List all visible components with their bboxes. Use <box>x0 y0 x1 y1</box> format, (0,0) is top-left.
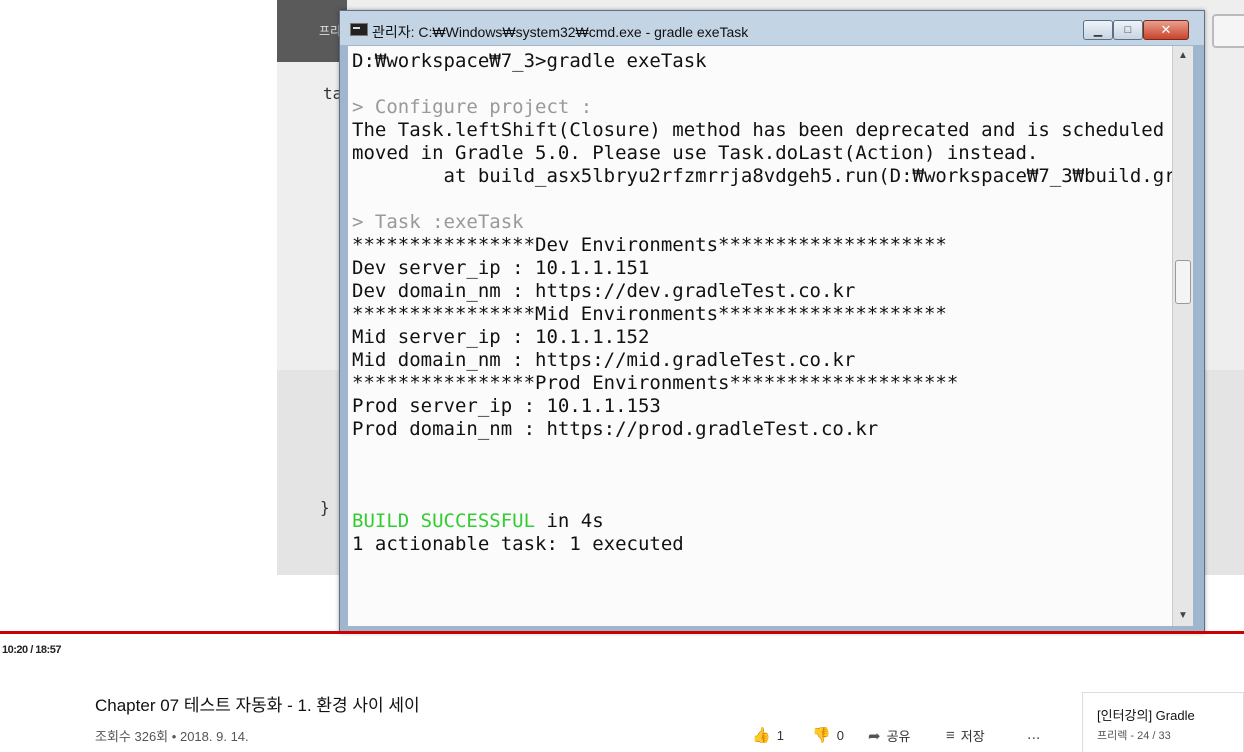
background-tab: 프리 <box>277 0 347 62</box>
build-status: BUILD SUCCESSFUL <box>352 510 536 532</box>
dislike-count: 0 <box>836 727 844 743</box>
console-line: 1 actionable task: 1 executed <box>352 533 684 555</box>
video-time: 10:20 / 18:57 <box>2 644 61 656</box>
dislike-button[interactable]: 👎 0 <box>812 726 844 744</box>
minimize-button[interactable]: ▁ <box>1083 20 1113 40</box>
save-label: 저장 <box>960 729 985 744</box>
share-button[interactable]: ➦ 공유 <box>868 726 911 745</box>
thumbs-down-icon: 👎 <box>812 727 831 744</box>
playlist-add-icon: ≡ <box>946 727 955 744</box>
console-line: ****************Prod Environments*******… <box>352 372 959 394</box>
close-button[interactable]: ✕ <box>1143 20 1189 40</box>
console-line: moved in Gradle 5.0. Please use Task.doL… <box>352 142 1039 164</box>
thumbs-up-icon: 👍 <box>752 727 771 744</box>
background-code-brace: } <box>320 498 330 517</box>
scroll-up-arrow-icon[interactable]: ▲ <box>1173 48 1193 64</box>
video-progress-bar[interactable] <box>0 631 1244 634</box>
background-tab-label: 프리 <box>319 24 342 38</box>
console-line: Dev domain_nm : https://dev.gradleTest.c… <box>352 280 856 302</box>
console-line: ****************Dev Environments********… <box>352 234 947 256</box>
playlist-subtitle: 프리렉 - 24 / 33 <box>1097 730 1171 742</box>
playlist-panel[interactable]: [인터강의] Gradle 프리렉 - 24 / 33 <box>1082 692 1244 752</box>
cmd-window[interactable]: 관리자: C:₩Windows₩system32₩cmd.exe - gradl… <box>339 10 1205 633</box>
like-button[interactable]: 👍 1 <box>752 726 784 744</box>
vertical-scrollbar[interactable]: ▲ ▼ <box>1172 46 1193 626</box>
cmd-title: 관리자: C:₩Windows₩system32₩cmd.exe - gradl… <box>372 24 749 40</box>
video-frame[interactable]: 프리 ta } 관리자: C:₩Windows₩system32₩cmd.exe… <box>0 0 1244 633</box>
monitor-icon <box>1212 14 1244 48</box>
console-output[interactable]: D:₩workspace₩7_3>gradle exeTask > Config… <box>348 46 1172 626</box>
console-line: Mid domain_nm : https://mid.gradleTest.c… <box>352 349 856 371</box>
video-title: Chapter 07 테스트 자동화 - 1. 환경 사이 세이 <box>95 696 420 715</box>
video-meta: 조회수 326회 • 2018. 9. 14. <box>95 726 249 745</box>
console-line: The Task.leftShift(Closure) method has b… <box>352 119 1165 141</box>
console-line: D:₩workspace₩7_3>gradle exeTask <box>352 50 707 72</box>
like-count: 1 <box>776 727 784 743</box>
console-line: ****************Mid Environments********… <box>352 303 947 325</box>
console-line: > Configure project : <box>352 96 593 118</box>
console-line: at build_asx5lbryu2rfzmrrja8vdgeh5.run(D… <box>352 165 1173 187</box>
share-label: 공유 <box>886 729 911 744</box>
build-result-line: BUILD SUCCESSFUL in 4s <box>352 510 1172 533</box>
console-line: Prod domain_nm : https://prod.gradleTest… <box>352 418 879 440</box>
console-line: Dev server_ip : 10.1.1.151 <box>352 257 650 279</box>
cmd-titlebar[interactable]: 관리자: C:₩Windows₩system32₩cmd.exe - gradl… <box>340 11 1204 45</box>
cmd-icon <box>350 23 368 36</box>
maximize-button[interactable]: □ <box>1113 20 1143 40</box>
save-button[interactable]: ≡ 저장 <box>946 726 985 745</box>
console-line: > Task :exeTask <box>352 211 524 233</box>
build-duration: in 4s <box>535 510 604 532</box>
playlist-title: [인터강의] Gradle <box>1097 708 1195 723</box>
scroll-down-arrow-icon[interactable]: ▼ <box>1173 608 1193 624</box>
console-line: Mid server_ip : 10.1.1.152 <box>352 326 650 348</box>
more-actions-button[interactable]: ... <box>1027 726 1040 744</box>
scroll-thumb[interactable] <box>1175 260 1191 304</box>
console-line: Prod server_ip : 10.1.1.153 <box>352 395 661 417</box>
